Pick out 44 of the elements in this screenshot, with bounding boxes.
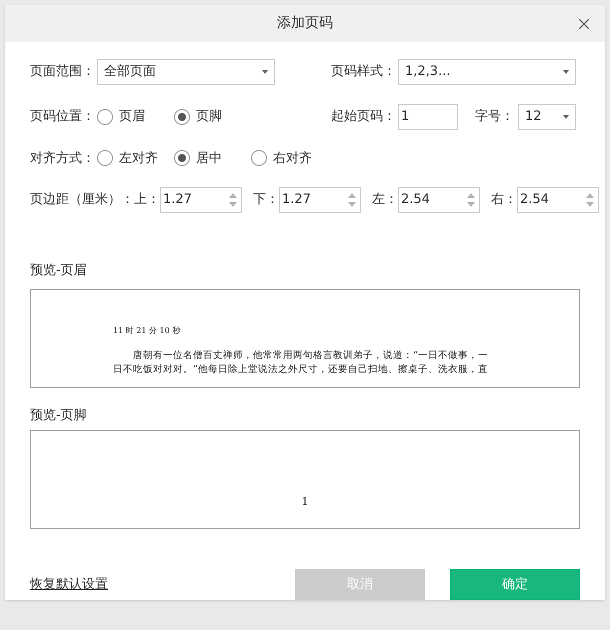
page-range-dropdown[interactable]: 全部页面 <box>97 58 275 84</box>
radio-button[interactable] <box>97 150 113 166</box>
number-style-dropdown[interactable]: 1,2,3... <box>398 58 576 84</box>
paragraph-line: 日不吃饭对对对。”他每日除上堂说法之外尺寸，还要自己扫地、擦桌子、洗衣服，直 <box>113 362 489 376</box>
dropdown-caret-icon <box>563 114 569 118</box>
radio-label: 右对齐 <box>273 150 312 168</box>
field-label: 上： <box>133 191 160 210</box>
field-label: 字号： <box>475 108 515 126</box>
section-label: 预览-页眉 <box>30 262 88 280</box>
field-label: 右： <box>490 191 517 210</box>
field-label: 页边距（厘米）： <box>30 191 130 210</box>
section-label: 预览-页脚 <box>30 406 88 424</box>
radio-label: 页眉 <box>119 108 145 126</box>
paragraph-line: 唐朝有一位名僧百丈禅师，他常常用两句格言教训弟子，说道：“一日不做事，一 <box>132 348 489 362</box>
field-label: 页面范围： <box>30 62 96 81</box>
field-label: 左： <box>371 191 398 210</box>
number-spinner-field[interactable]: 1.27 <box>279 187 361 213</box>
radio-button[interactable] <box>174 150 190 166</box>
field-label: 起始页码： <box>331 108 397 126</box>
radio-button[interactable] <box>251 150 267 166</box>
font-size-dropdown[interactable]: 12 <box>518 104 576 130</box>
restore-defaults-link[interactable]: 恢复默认设置 <box>30 574 108 594</box>
field-label: 页码位置： <box>30 108 96 126</box>
radio-button[interactable] <box>174 108 190 124</box>
number-spinner-field[interactable]: 1.27 <box>160 187 242 213</box>
time-text: 11 时 21 分 10 秒 <box>113 326 182 334</box>
dropdown-caret-icon <box>563 70 569 74</box>
number-spinner-field[interactable]: 2.54 <box>517 187 599 213</box>
dropdown-caret-icon <box>262 70 268 74</box>
page-number-text: 1 <box>302 494 308 510</box>
field-label: 页码样式： <box>331 62 397 81</box>
field-label: 下： <box>252 191 279 210</box>
radio-label: 页脚 <box>196 108 222 126</box>
field-label: 对齐方式： <box>30 150 96 168</box>
radio-label: 左对齐 <box>119 150 158 168</box>
spinner-arrows-icon[interactable] <box>586 192 594 208</box>
spinner-arrows-icon[interactable] <box>348 192 356 208</box>
dialog-title: 添加页码 <box>277 14 333 33</box>
number-spinner-field[interactable]: 2.54 <box>398 187 480 213</box>
radio-label: 居中 <box>196 150 222 168</box>
spinner-arrows-icon[interactable] <box>229 192 237 208</box>
radio-button[interactable] <box>97 108 113 124</box>
spinner-arrows-icon[interactable] <box>467 192 475 208</box>
start-number-field[interactable]: 1 <box>398 104 458 130</box>
